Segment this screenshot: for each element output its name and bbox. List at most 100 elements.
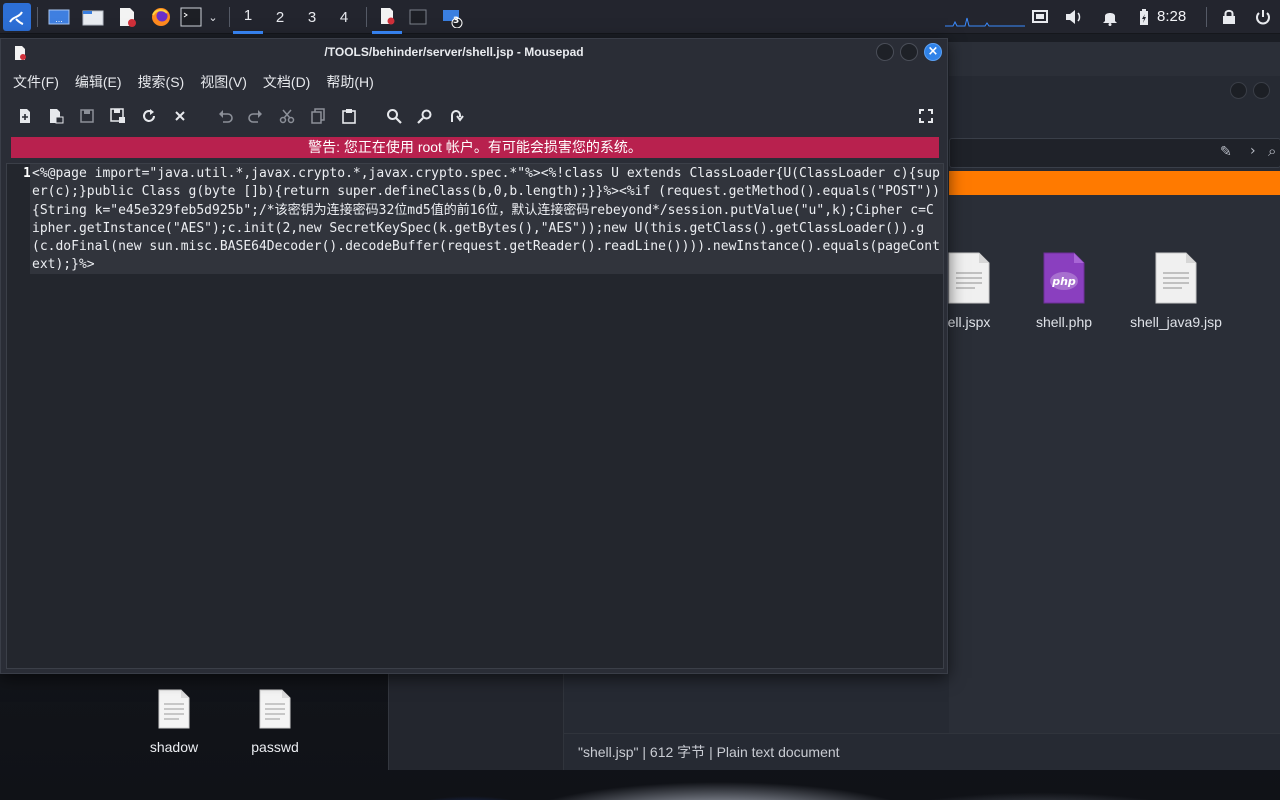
- menu-file[interactable]: 文件(F): [13, 69, 59, 95]
- chevron-down-icon: ⌄: [208, 10, 218, 24]
- paste-button[interactable]: [338, 105, 360, 127]
- taskbar-mousepad[interactable]: [372, 0, 402, 34]
- panel-separator: [37, 7, 38, 27]
- desktop-icon: ...: [48, 9, 70, 25]
- launcher-dropdown[interactable]: ⌄: [203, 5, 223, 29]
- window-titlebar[interactable]: /TOOLS/behinder/server/shell.jsp - Mouse…: [1, 39, 947, 65]
- firefox-icon: [152, 8, 170, 26]
- go-to-line-button[interactable]: [445, 105, 467, 127]
- file-label: shell.php: [1035, 314, 1093, 330]
- go-to-icon: [451, 110, 464, 122]
- file-label: shell_java9.jsp: [1130, 314, 1222, 330]
- taskbar-file-manager[interactable]: 3: [440, 5, 464, 29]
- fm-icon-view: ell.jspx php shell.php shell_java9.jsp: [948, 195, 1280, 733]
- file-item[interactable]: php shell.php: [1014, 251, 1114, 330]
- terminal-icon: [180, 7, 202, 27]
- lock-screen-button[interactable]: [1217, 5, 1241, 29]
- minimize-button[interactable]: [876, 43, 894, 61]
- edit-icon[interactable]: ✎: [1220, 144, 1232, 160]
- text-editor-icon: [120, 8, 136, 27]
- fm-highlight-bar: [949, 171, 1280, 195]
- screen-icon[interactable]: [1028, 5, 1052, 29]
- maximize-button[interactable]: [900, 43, 918, 61]
- fullscreen-button[interactable]: [915, 105, 937, 127]
- text-editor-launcher[interactable]: [115, 5, 139, 29]
- clock[interactable]: 8:28: [1157, 0, 1186, 34]
- firefox-launcher[interactable]: [149, 5, 173, 29]
- line-number: 1: [23, 166, 31, 181]
- save-button[interactable]: [76, 105, 98, 127]
- paste-icon: [342, 109, 356, 124]
- text-editor-area[interactable]: 1 <%@page import="java.util.*,javax.cryp…: [6, 163, 944, 669]
- taskbar-terminal[interactable]: [406, 5, 430, 29]
- menu-edit[interactable]: 编辑(E): [75, 69, 122, 95]
- find-button[interactable]: [383, 105, 405, 127]
- menu-document[interactable]: 文档(D): [263, 69, 310, 95]
- menu-view[interactable]: 视图(V): [200, 69, 247, 95]
- cpu-graph: [945, 5, 1025, 29]
- search-icon[interactable]: ⌕: [1268, 142, 1276, 160]
- lock-icon: [1223, 9, 1235, 24]
- scissors-icon: [279, 109, 295, 124]
- cut-button[interactable]: [276, 105, 298, 127]
- php-file-icon: php: [1043, 252, 1085, 304]
- mousepad-window: /TOOLS/behinder/server/shell.jsp - Mouse…: [0, 38, 948, 674]
- fm-maximize-button[interactable]: [1253, 82, 1270, 99]
- workspace-4[interactable]: 4: [329, 0, 359, 34]
- logout-button[interactable]: [1251, 5, 1275, 29]
- find-replace-button[interactable]: [414, 105, 436, 127]
- notifications-button[interactable]: [1098, 5, 1122, 29]
- new-document-icon: [20, 109, 30, 123]
- fm-minimize-button[interactable]: [1230, 82, 1247, 99]
- workspace-3[interactable]: 3: [297, 0, 327, 34]
- file-manager-toolbar: [949, 42, 1280, 76]
- save-icon: [80, 109, 94, 123]
- close-document-button[interactable]: [169, 105, 191, 127]
- panel-separator: [1206, 7, 1207, 27]
- fullscreen-icon: [919, 109, 933, 123]
- bell-icon: [1103, 13, 1117, 26]
- kali-dragon-icon: [9, 11, 24, 25]
- redo-button[interactable]: [244, 105, 266, 127]
- reload-button[interactable]: [138, 105, 160, 127]
- workspace-2[interactable]: 2: [265, 0, 295, 34]
- file-item[interactable]: shell_java9.jsp: [1126, 251, 1226, 330]
- desktop-file-shadow[interactable]: shadow: [124, 688, 224, 755]
- kali-menu-button[interactable]: [3, 3, 31, 31]
- workspace-1[interactable]: 1: [233, 0, 263, 34]
- terminal-launcher[interactable]: [179, 5, 203, 29]
- folder-icon: [443, 10, 463, 28]
- redo-icon: [248, 110, 262, 123]
- folder-icon: [82, 10, 104, 26]
- chevron-right-icon[interactable]: ›: [1250, 143, 1256, 159]
- new-document-button[interactable]: [14, 105, 36, 127]
- desktop-file-label: shadow: [149, 739, 199, 755]
- window-title: /TOOLS/behinder/server/shell.jsp - Mouse…: [324, 45, 584, 59]
- fm-status-bar: "shell.jsp" | 612 字节 | Plain text docume…: [564, 733, 1280, 770]
- file-manager-launcher[interactable]: [81, 5, 105, 29]
- panel-separator: [366, 7, 367, 27]
- new-window-icon: [50, 109, 64, 124]
- desktop-file-label: passwd: [251, 739, 299, 755]
- new-window-button[interactable]: [45, 105, 67, 127]
- text-file-icon: [1155, 252, 1197, 304]
- menu-search[interactable]: 搜索(S): [138, 69, 185, 95]
- power-status[interactable]: [1132, 5, 1156, 29]
- menu-help[interactable]: 帮助(H): [326, 69, 373, 95]
- text-file-icon: [259, 689, 291, 729]
- location-bar[interactable]: ✎ › ⌕: [949, 138, 1280, 168]
- search-icon: [387, 109, 402, 124]
- desktop-file-passwd[interactable]: passwd: [225, 688, 325, 755]
- find-replace-icon: [417, 109, 432, 124]
- root-warning-bar: 警告: 您正在使用 root 帐户。有可能会损害您的系统。: [11, 137, 939, 158]
- show-desktop-button[interactable]: ...: [47, 5, 71, 29]
- copy-button[interactable]: [307, 105, 329, 127]
- undo-button[interactable]: [215, 105, 237, 127]
- toolbar: [1, 101, 947, 131]
- volume-button[interactable]: [1062, 5, 1086, 29]
- battery-icon: [1140, 9, 1148, 25]
- volume-icon: [1066, 10, 1081, 24]
- save-as-button[interactable]: [107, 105, 129, 127]
- code-line[interactable]: <%@page import="java.util.*,javax.crypto…: [30, 164, 943, 274]
- close-button[interactable]: ×: [924, 43, 942, 61]
